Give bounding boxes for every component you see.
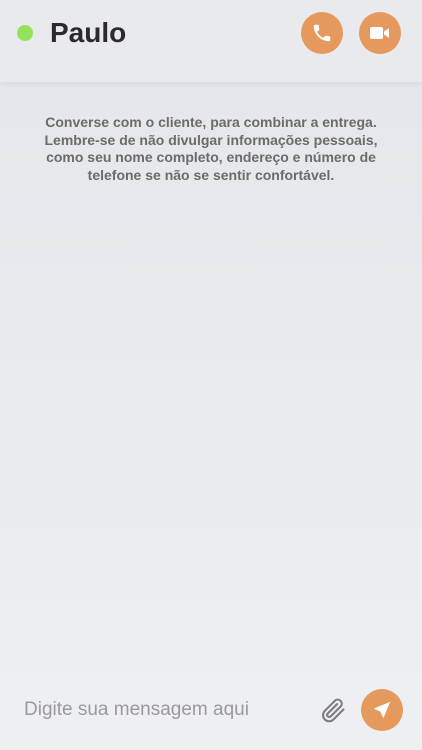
video-camera-icon	[370, 27, 389, 39]
attach-button[interactable]	[317, 694, 349, 726]
contact-name: Paulo	[50, 17, 127, 48]
message-composer	[0, 670, 422, 750]
chat-header: Paulo	[0, 0, 422, 82]
online-status-indicator	[17, 25, 33, 41]
message-input[interactable]	[14, 692, 300, 728]
send-button[interactable]	[361, 689, 403, 731]
chat-notice: Converse com o cliente, para combinar a …	[44, 114, 378, 183]
phone-icon	[313, 24, 331, 42]
paperclip-icon	[322, 698, 345, 723]
video-call-button[interactable]	[359, 12, 401, 54]
phone-call-button[interactable]	[301, 12, 343, 54]
send-arrow-icon	[373, 701, 391, 719]
